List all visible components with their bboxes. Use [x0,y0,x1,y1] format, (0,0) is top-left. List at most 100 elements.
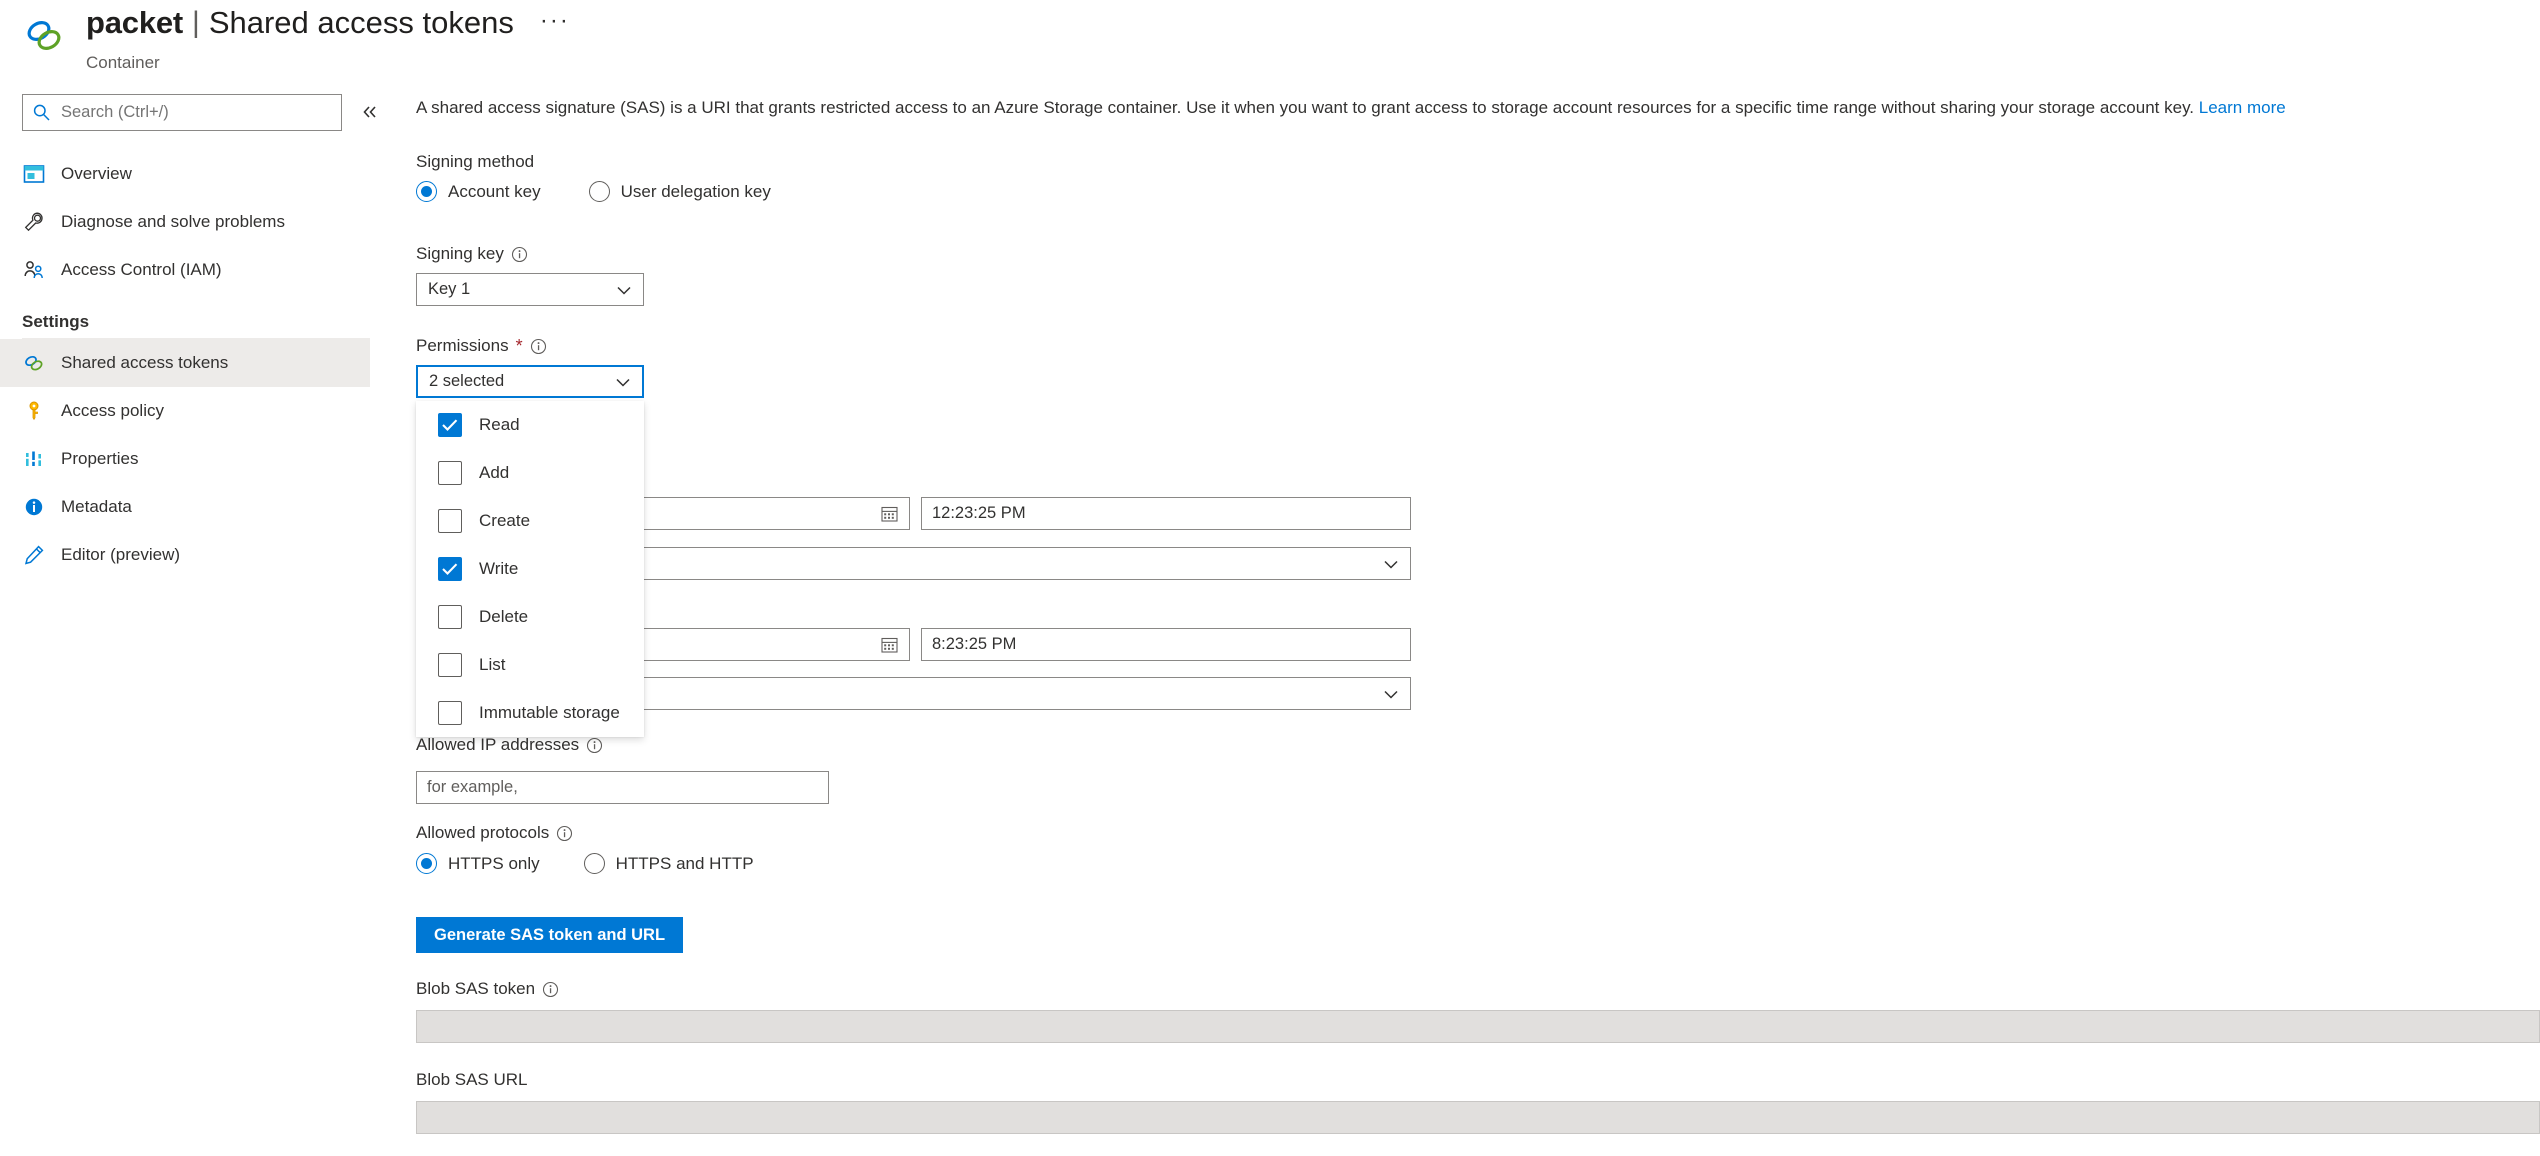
permissions-option-label: Create [479,511,531,530]
sidebar-item-label: Access Control (IAM) [61,260,222,279]
sidebar-item-label: Editor (preview) [61,545,181,564]
search-box[interactable] [22,94,342,131]
wrench-icon [22,210,46,234]
sidebar-search [22,94,342,131]
radio-user-delegation-key[interactable]: User delegation key [588,181,771,202]
sidebar-item-properties[interactable]: Properties [0,435,370,483]
allowed-protocols-radio-group: HTTPS only HTTPS and HTTP [416,853,754,874]
allowed-protocols-label-text: Allowed protocols [416,823,550,842]
checkbox-indicator [438,557,462,581]
radio-https-only[interactable]: HTTPS only [416,853,540,874]
calendar-icon[interactable] [880,635,899,654]
sidebar-item-access-control[interactable]: Access Control (IAM) [0,246,370,294]
radio-label: HTTPS and HTTP [615,853,754,873]
container-icon [22,14,66,58]
blob-sas-token-label-text: Blob SAS token [416,979,536,998]
permissions-dropdown-popup: Read Add Create Write Delete List Immuta… [416,401,644,737]
sidebar-item-label: Overview [61,164,132,183]
checkbox-indicator [438,461,462,485]
radio-indicator [583,853,605,874]
allowed-ip-placeholder: for example, [427,778,518,796]
signing-key-label-text: Signing key [416,244,504,263]
permissions-option-write[interactable]: Write [416,545,644,593]
search-icon [32,103,51,122]
permissions-option-read[interactable]: Read [416,401,644,449]
allowed-ip-label-text: Allowed IP addresses [416,735,580,754]
blob-sas-token-label: Blob SAS token [416,979,559,999]
generate-sas-button[interactable]: Generate SAS token and URL [416,917,684,953]
info-icon[interactable] [530,338,547,355]
permissions-option-delete[interactable]: Delete [416,593,644,641]
permissions-label-text: Permissions [416,336,509,355]
signing-method-radio-group: Account key User delegation key [416,181,771,202]
resource-name: packet [86,5,184,40]
info-icon[interactable] [542,981,559,998]
radio-indicator [588,181,610,202]
permissions-option-add[interactable]: Add [416,449,644,497]
title-separator: | [192,6,200,39]
sidebar-item-label: Diagnose and solve problems [61,212,285,231]
checkbox-indicator [438,413,462,437]
key-icon [22,399,46,423]
sidebar-item-access-policy[interactable]: Access policy [0,387,370,435]
permissions-option-label: Read [479,415,520,434]
more-options-button[interactable]: ··· [540,2,570,40]
required-indicator: * [515,336,523,356]
radio-indicator [416,853,437,874]
permissions-option-label: Delete [479,607,529,626]
sidebar-item-editor[interactable]: Editor (preview) [0,531,370,579]
calendar-icon[interactable] [880,504,899,523]
radio-https-and-http[interactable]: HTTPS and HTTP [583,853,754,874]
expiry-time-input[interactable]: 8:23:25 PM [921,628,1411,661]
blade-description: A shared access signature (SAS) is a URI… [416,96,2540,120]
permissions-option-immutable-storage[interactable]: Immutable storage [416,689,644,737]
azure-portal-blade: packet | Shared access tokens ··· Contai… [0,0,2540,1156]
blob-sas-url-input[interactable] [416,1101,2540,1134]
properties-icon [22,447,46,471]
page-title: packet | Shared access tokens ··· [86,2,570,44]
chevron-down-icon [1381,554,1401,574]
sidebar-item-label: Shared access tokens [61,353,229,372]
chevron-double-left-icon[interactable] [355,98,385,126]
info-icon[interactable] [586,737,603,754]
blade-sidebar: Overview Diagnose and solve problems [0,88,376,1156]
checkbox-indicator [438,605,462,629]
radio-label: User delegation key [620,181,771,201]
permissions-option-label: Immutable storage [479,703,620,722]
allowed-protocols-label: Allowed protocols [416,823,573,843]
permissions-option-label: Add [479,463,510,482]
sidebar-item-shared-access-tokens[interactable]: Shared access tokens [0,339,370,387]
permissions-label: Permissions * [416,336,547,356]
sidebar-item-metadata[interactable]: Metadata [0,483,370,531]
blade-header: packet | Shared access tokens ··· Contai… [0,0,2540,82]
signing-key-select[interactable]: Key 1 [416,273,644,306]
chevron-down-icon [613,372,633,392]
sidebar-item-label: Properties [61,449,139,468]
sidebar-item-overview[interactable]: Overview [0,150,370,198]
sidebar-nav: Overview Diagnose and solve problems Acc… [0,150,370,579]
chevron-down-icon [614,280,634,300]
search-input[interactable] [59,102,319,123]
permissions-value: 2 selected [429,372,505,390]
blob-sas-token-input[interactable] [416,1010,2540,1043]
sidebar-item-label: Metadata [61,497,132,516]
permissions-option-create[interactable]: Create [416,497,644,545]
info-icon[interactable] [511,246,528,263]
start-time-value: 12:23:25 PM [932,504,1026,522]
chevron-down-icon [1381,684,1401,704]
checkbox-indicator [438,653,462,677]
overview-icon [22,162,46,186]
checkbox-indicator [438,701,462,725]
info-icon[interactable] [556,825,573,842]
permissions-option-list[interactable]: List [416,641,644,689]
radio-account-key[interactable]: Account key [416,181,541,202]
learn-more-link[interactable]: Learn more [2199,98,2286,117]
permissions-select[interactable]: 2 selected [416,365,644,398]
allowed-ip-input[interactable]: for example, [416,771,829,804]
sidebar-item-diagnose[interactable]: Diagnose and solve problems [0,198,370,246]
blob-sas-url-label: Blob SAS URL [416,1070,528,1089]
people-icon [22,258,46,282]
description-text: A shared access signature (SAS) is a URI… [416,98,2199,117]
start-time-input[interactable]: 12:23:25 PM [921,497,1411,530]
expiry-time-value: 8:23:25 PM [932,635,1017,653]
